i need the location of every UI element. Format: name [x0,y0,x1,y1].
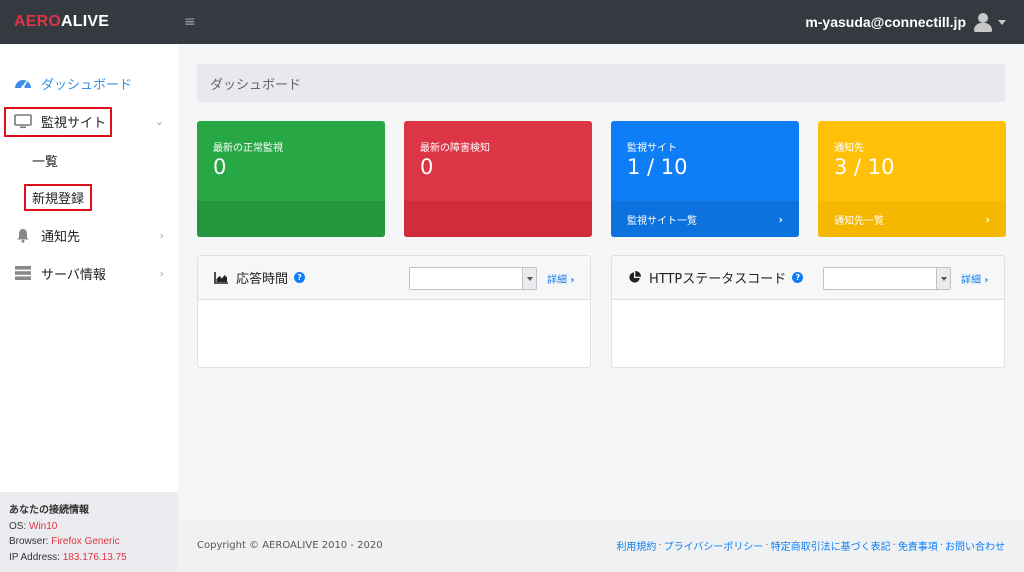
card-monitored-sites: 監視サイト 1 / 10 監視サイト一覧 › [611,121,799,237]
sidebar-item-server-info[interactable]: サーバ情報 › [0,256,178,290]
card-footer-label: 監視サイト一覧 [627,215,697,227]
sidebar-item-monitored-sites[interactable]: 監視サイト ⌄ [0,104,178,138]
chevron-right-icon: › [159,266,164,280]
footer-link-contact[interactable]: お問い合わせ [945,538,1005,553]
breadcrumb: ダッシュボード [197,64,1005,102]
monitor-icon [14,113,32,129]
card-latest-failure: 最新の障害検知 0 [404,121,592,237]
pie-chart-icon [629,271,641,283]
sidebar-item-notifications[interactable]: 通知先 › [0,218,178,252]
response-time-select[interactable] [409,267,537,290]
browser-value: Firefox Generic [51,536,120,547]
help-icon[interactable]: ? [792,272,804,283]
card-value: 1 / 10 [627,155,688,179]
http-status-select[interactable] [823,267,951,290]
footer-link-disclaimer[interactable]: 免責事項 [898,538,938,553]
caret-down-icon[interactable] [998,19,1006,25]
panel-response-time: 応答時間 ? 詳細 › [197,255,591,368]
card-footer-label: 通知先一覧 [834,215,884,227]
card-label: 通知先 [834,143,864,154]
select-dropdown-icon[interactable] [936,268,950,289]
help-icon[interactable]: ? [294,272,306,283]
response-time-detail-link[interactable]: 詳細 › [547,271,574,286]
chevron-down-icon: ⌄ [154,114,164,128]
chevron-right-icon: › [159,228,164,242]
footer-separator: · [658,540,662,551]
card-label: 最新の障害検知 [420,143,490,154]
copyright: Copyright © AEROALIVE 2010 - 2020 [197,540,383,551]
ip-value: 183.176.13.75 [62,551,127,563]
footer-separator: · [765,540,769,551]
footer-link-privacy[interactable]: プライバシーポリシー [664,538,764,553]
os-value: Win10 [29,520,58,532]
sidebar-item-label: 通知先 [41,229,81,245]
logo-part-alive: ALIVE [61,13,110,30]
hamburger-menu-icon[interactable]: ≡ [184,14,196,30]
panel-title-text: HTTPステータスコード [649,272,787,287]
server-icon [14,266,32,280]
connection-ip: IP Address: 183.176.13.75 [9,551,127,563]
logo-part-aero: AERO [14,13,62,30]
app-logo[interactable]: AEROALIVE [0,13,178,31]
notifications-list-link[interactable]: 通知先一覧 › [818,201,1006,237]
footer-separator: · [939,540,943,551]
bell-icon [14,228,32,243]
footer-link-terms[interactable]: 利用規約 [616,538,656,553]
chevron-right-icon: › [778,212,783,226]
connection-info-title: あなたの接続情報 [9,505,89,516]
sidebar-subitem-list[interactable]: 一覧 [32,151,58,170]
sidebar-item-label: ダッシュボード [41,77,133,93]
sidebar-item-label: サーバ情報 [41,267,106,283]
card-footer [404,201,592,237]
main-content: ダッシュボード 最新の正常監視 0 最新の障害検知 0 監視サイト 1 / 10… [178,44,1024,572]
chevron-right-icon: › [570,275,575,286]
card-notifications: 通知先 3 / 10 通知先一覧 › [818,121,1006,237]
connection-os: OS: Win10 [9,520,58,532]
sidebar-item-dashboard[interactable]: ダッシュボード [0,66,178,100]
footer-links: 利用規約 · プライバシーポリシー · 特定商取引法に基づく表記 · 免責事項 … [616,538,1005,553]
sidebar: ダッシュボード 監視サイト ⌄ 一覧 新規登録 通知先 › サーバ情報 › あな… [0,44,178,572]
chevron-right-icon: › [984,275,989,286]
area-chart-icon [214,271,228,284]
page-footer: Copyright © AEROALIVE 2010 - 2020 利用規約 ·… [178,519,1024,572]
chevron-right-icon: › [985,212,990,226]
footer-separator: · [892,540,896,551]
user-menu[interactable]: m-yasuda@connectill.jp [805,12,1024,32]
monitored-sites-list-link[interactable]: 監視サイト一覧 › [611,201,799,237]
card-footer [197,201,385,237]
panel-title: 応答時間 ? [214,268,306,287]
card-latest-normal: 最新の正常監視 0 [197,121,385,237]
card-value: 3 / 10 [834,155,895,179]
card-label: 監視サイト [627,143,677,154]
panel-title: HTTPステータスコード ? [628,268,804,287]
panel-title-text: 応答時間 [236,272,289,287]
card-label: 最新の正常監視 [213,143,283,154]
dashboard-gauge-icon [14,76,32,90]
user-avatar-icon[interactable] [974,12,992,32]
connection-browser: Browser: Firefox Generic [9,536,120,547]
http-status-detail-link[interactable]: 詳細 › [961,271,988,286]
select-dropdown-icon[interactable] [522,268,536,289]
sidebar-item-label: 監視サイト [41,115,107,131]
sidebar-subitem-new-registration[interactable]: 新規登録 [32,188,84,207]
card-value: 0 [213,155,227,179]
top-navbar: AEROALIVE ≡ m-yasuda@connectill.jp [0,0,1024,44]
card-value: 0 [420,155,434,179]
user-email[interactable]: m-yasuda@connectill.jp [805,14,966,30]
connection-info: あなたの接続情報 OS: Win10 Browser: Firefox Gene… [0,492,178,572]
footer-link-commercial-law[interactable]: 特定商取引法に基づく表記 [771,538,891,553]
panel-http-status: HTTPステータスコード ? 詳細 › [611,255,1005,368]
